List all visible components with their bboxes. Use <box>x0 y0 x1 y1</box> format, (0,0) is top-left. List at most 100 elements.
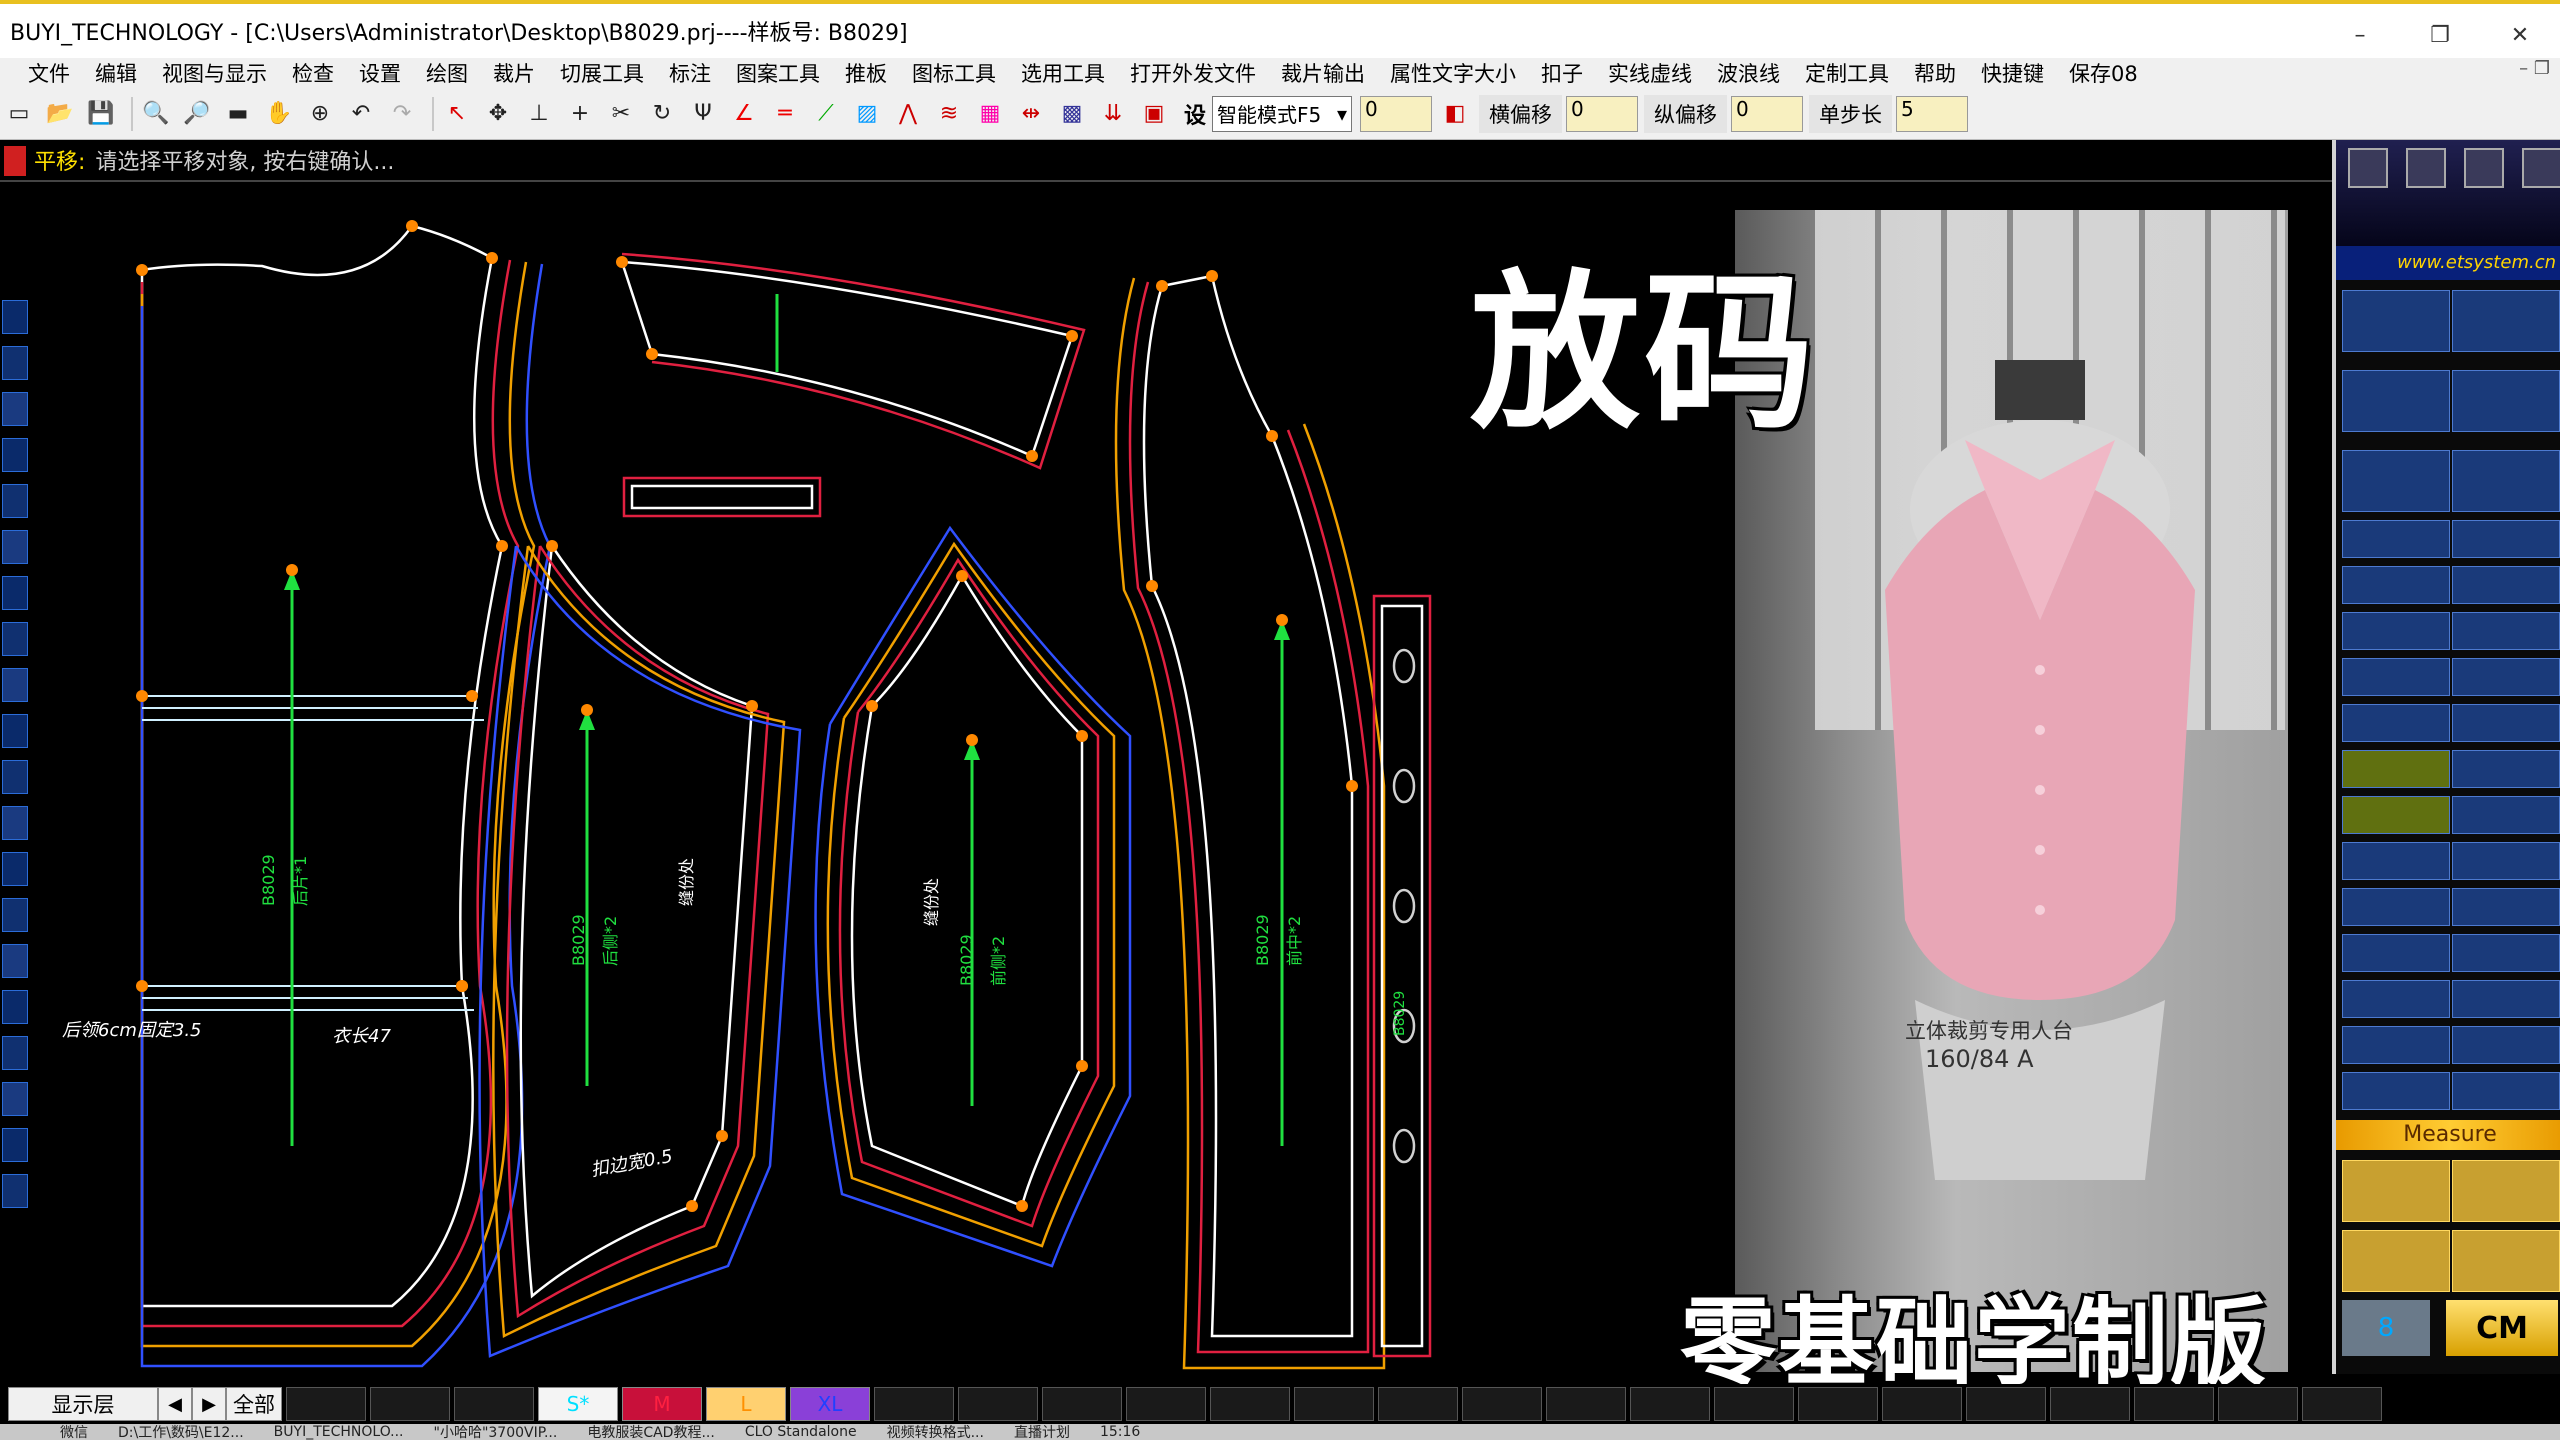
menu-item-17[interactable]: 实线虚线 <box>1608 58 1692 88</box>
settings-icon[interactable] <box>2464 148 2504 188</box>
layer-slot[interactable] <box>1126 1387 1206 1421</box>
menu-item-8[interactable]: 标注 <box>669 58 711 88</box>
size-l-button[interactable]: L <box>706 1387 786 1421</box>
size-xl-button[interactable]: XL <box>790 1387 870 1421</box>
tool-button-14-0[interactable] <box>2342 1026 2450 1064</box>
layer-slot[interactable] <box>2050 1387 2130 1421</box>
menu-item-9[interactable]: 图案工具 <box>736 58 820 88</box>
tool-button-17-0[interactable] <box>2342 1230 2450 1292</box>
grade-point[interactable] <box>456 980 468 992</box>
layer-slot[interactable] <box>1546 1387 1626 1421</box>
size-s-button[interactable]: S* <box>538 1387 618 1421</box>
left-tool-9[interactable] <box>2 714 28 748</box>
mode-select[interactable]: 智能模式F5 ▾ <box>1212 95 1353 132</box>
layer-slot[interactable] <box>2134 1387 2214 1421</box>
tool-button-13-0[interactable] <box>2342 980 2450 1018</box>
tool-button-4-0[interactable] <box>2342 566 2450 604</box>
grade-point[interactable] <box>136 264 148 276</box>
tool-button-10-1[interactable] <box>2452 842 2560 880</box>
tool-button-8-1[interactable] <box>2452 750 2560 788</box>
left-tool-12[interactable] <box>2 852 28 886</box>
tool-button-7-0[interactable] <box>2342 704 2450 742</box>
tool-button-0-0[interactable] <box>2342 290 2450 352</box>
menu-item-3[interactable]: 检查 <box>292 58 334 88</box>
settings-text-button[interactable]: 设 <box>1184 98 1206 130</box>
layer-slot[interactable] <box>1294 1387 1374 1421</box>
grade-point[interactable] <box>746 700 758 712</box>
grade-point[interactable] <box>1076 730 1088 742</box>
layer-slot[interactable] <box>370 1387 450 1421</box>
new-file-icon[interactable]: ▭ <box>2 97 36 131</box>
grade-point[interactable] <box>466 690 478 702</box>
menu-item-14[interactable]: 裁片输出 <box>1281 58 1365 88</box>
hatch-icon[interactable]: ▨ <box>850 97 884 131</box>
grade-point[interactable] <box>646 348 658 360</box>
layer-slot[interactable] <box>1714 1387 1794 1421</box>
tool-button-5-0[interactable] <box>2342 612 2450 650</box>
select-arrow-icon[interactable]: ↖ <box>440 97 474 131</box>
left-tool-1[interactable] <box>2 346 28 380</box>
tool-button-6-0[interactable] <box>2342 658 2450 696</box>
grade-point[interactable] <box>956 570 968 582</box>
left-tool-3[interactable] <box>2 438 28 472</box>
menu-item-10[interactable]: 推板 <box>845 58 887 88</box>
layer-slot[interactable] <box>1966 1387 2046 1421</box>
grade-point[interactable] <box>286 564 298 576</box>
grade-icon[interactable]: ⇊ <box>1096 97 1130 131</box>
scissors-icon[interactable]: ✂ <box>604 97 638 131</box>
tool-button-15-0[interactable] <box>2342 1072 2450 1110</box>
tool-button-17-1[interactable] <box>2452 1230 2560 1292</box>
layer-slot[interactable] <box>958 1387 1038 1421</box>
undo-icon[interactable]: ↶ <box>344 97 378 131</box>
menu-item-15[interactable]: 属性文字大小 <box>1390 58 1516 88</box>
zoom-out-icon[interactable]: 🔍 <box>139 97 173 131</box>
grade-point[interactable] <box>1026 450 1038 462</box>
menu-item-19[interactable]: 定制工具 <box>1805 58 1889 88</box>
grade-point[interactable] <box>1146 580 1158 592</box>
grade-point[interactable] <box>406 220 418 232</box>
layer-slot[interactable] <box>1798 1387 1878 1421</box>
tool-button-10-0[interactable] <box>2342 842 2450 880</box>
curve-icon[interactable]: ⟋ <box>809 97 843 131</box>
tool-button-2-1[interactable] <box>2452 450 2560 512</box>
grade-point[interactable] <box>1076 1060 1088 1072</box>
open-file-icon[interactable]: 📂 <box>43 97 77 131</box>
taskbar-item-8[interactable]: 15:16 <box>1100 1424 1140 1440</box>
left-tool-5[interactable] <box>2 530 28 564</box>
left-tool-6[interactable] <box>2 576 28 610</box>
grade-point[interactable] <box>1066 330 1078 342</box>
left-tool-15[interactable] <box>2 990 28 1024</box>
tool-button-8-0[interactable] <box>2342 750 2450 788</box>
menu-item-2[interactable]: 视图与显示 <box>162 58 267 88</box>
tool-button-16-0[interactable] <box>2342 1160 2450 1222</box>
tool-button-1-0[interactable] <box>2342 370 2450 432</box>
color-swatch-icon[interactable]: ◧ <box>1438 97 1472 131</box>
tool-button-0-1[interactable] <box>2452 290 2560 352</box>
tool-button-9-0[interactable] <box>2342 796 2450 834</box>
grade-point[interactable] <box>1276 614 1288 626</box>
layer-slot[interactable] <box>874 1387 954 1421</box>
menu-item-7[interactable]: 切展工具 <box>560 58 644 88</box>
mirror-icon[interactable]: ⇹ <box>1014 97 1048 131</box>
layer-slot[interactable] <box>1042 1387 1122 1421</box>
flag-icon[interactable] <box>2406 148 2446 188</box>
restore-button[interactable]: ❐ <box>2400 8 2480 62</box>
h-offset-input[interactable]: 0 <box>1566 95 1639 132</box>
tool-button-9-1[interactable] <box>2452 796 2560 834</box>
menu-item-0[interactable]: 文件 <box>28 58 70 88</box>
grade-point[interactable] <box>616 256 628 268</box>
color-grid-icon[interactable]: ▦ <box>973 97 1007 131</box>
grade-point[interactable] <box>581 704 593 716</box>
pattern-icon[interactable]: ▩ <box>1055 97 1089 131</box>
taskbar-item-2[interactable]: BUYI_TECHNOLO... <box>274 1424 404 1440</box>
zoom-in-icon[interactable]: 🔎 <box>180 97 214 131</box>
left-tool-13[interactable] <box>2 898 28 932</box>
tool-button-12-1[interactable] <box>2452 934 2560 972</box>
taskbar-item-7[interactable]: 直播计划 <box>1014 1424 1070 1440</box>
rotate-icon[interactable]: ↻ <box>645 97 679 131</box>
parallel-icon[interactable]: ═ <box>768 97 802 131</box>
left-tool-0[interactable] <box>2 300 28 334</box>
menu-item-1[interactable]: 编辑 <box>95 58 137 88</box>
menu-item-11[interactable]: 图标工具 <box>912 58 996 88</box>
left-tool-19[interactable] <box>2 1174 28 1208</box>
